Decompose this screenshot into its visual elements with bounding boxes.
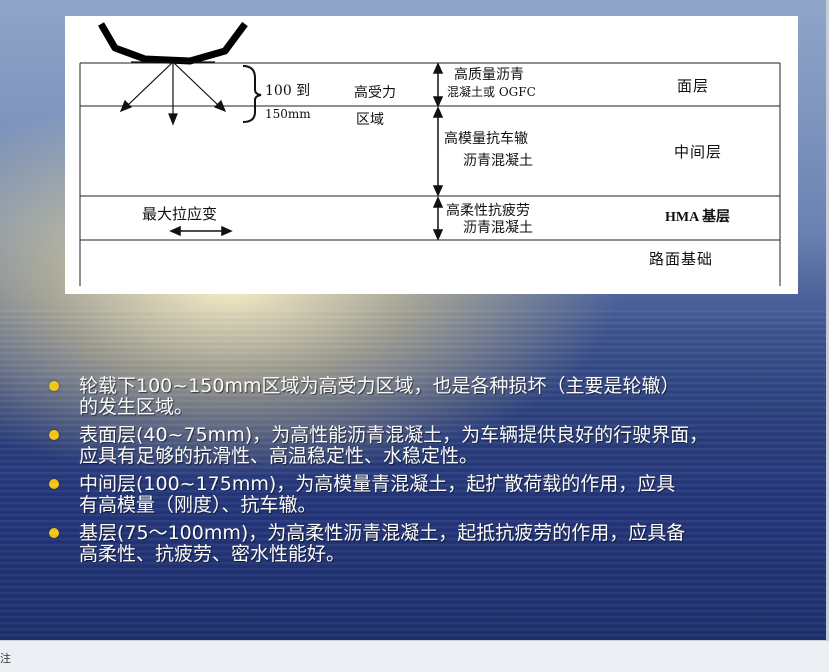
middle-layer-label: 中间层 [674,143,723,161]
bullet-text-line2: 高柔性、抗疲劳、密水性能好。 [79,543,346,565]
bullet-item: 表面层(40~75mm)，为高性能沥青混凝土，为车辆提供良好的行驶界面， 应具有… [44,425,814,467]
base-material-line1: 高柔性抗疲劳 [446,203,530,219]
bullet-dot-icon [49,430,59,440]
bullet-text-line1: 表面层(40~75mm)，为高性能沥青混凝土，为车辆提供良好的行驶界面， [79,424,709,446]
surface-material-line1: 高质量沥青 [454,67,524,83]
load-arrows-icon [119,61,227,126]
tire-icon [97,21,248,65]
bullet-text-line2: 有高模量（刚度）、抗车辙。 [79,494,317,516]
foundation-layer-label: 路面基础 [649,250,714,268]
notes-pane[interactable]: 注 [0,640,829,672]
bullet-item: 中间层(100~175mm)，为高模量青混凝土，起扩散荷载的作用，应具 有高模量… [44,474,814,516]
bullet-list: 轮载下100~150mm区域为高受力区域，也是各种损坏（主要是轮辙） 的发生区域… [44,376,814,572]
max-tensile-strain-label: 最大拉应变 [142,205,218,223]
brace-label-bottom: 150mm [265,107,311,121]
bullet-dot-icon [49,381,59,391]
bullet-text-line1: 轮载下100~150mm区域为高受力区域，也是各种损坏（主要是轮辙） [79,375,680,397]
surface-layer-label: 面层 [677,77,710,95]
slide: 100 到 150mm 高受力 区域 高质量沥青 混凝土或 OGFC 面层 高模… [0,0,829,640]
bullet-text-line2: 应具有足够的抗滑性、高温稳定性、水稳定性。 [79,445,479,467]
bullet-dot-icon [49,528,59,538]
zone-label-top: 高受力 [354,85,396,101]
strain-arrow-icon [169,225,233,237]
base-layer-label: HMA 基层 [665,210,730,225]
double-arrow-icons [432,62,444,241]
middle-material-line1: 高模量抗车辙 [444,131,528,147]
zone-label-bottom: 区域 [356,112,384,128]
brace-icon [242,65,262,123]
bullet-item: 轮载下100~150mm区域为高受力区域，也是各种损坏（主要是轮辙） 的发生区域… [44,376,814,418]
notes-label: 注 [0,652,11,665]
base-material-line2: 沥青混凝土 [463,220,533,236]
surface-material-line2: 混凝土或 OGFC [447,85,536,99]
middle-material-line2: 沥青混凝土 [463,153,533,169]
bullet-item: 基层(75～100mm)，为高柔性沥青混凝土，起抵抗疲劳的作用，应具备 高柔性、… [44,523,814,565]
bullet-dot-icon [49,479,59,489]
brace-label-top: 100 到 [265,83,311,99]
bullet-text-line2: 的发生区域。 [79,396,194,418]
bullet-text-line1: 基层(75～100mm)，为高柔性沥青混凝土，起抵抗疲劳的作用，应具备 [79,522,686,544]
bullet-text-line1: 中间层(100~175mm)，为高模量青混凝土，起扩散荷载的作用，应具 [79,473,676,495]
pavement-diagram: 100 到 150mm 高受力 区域 高质量沥青 混凝土或 OGFC 面层 高模… [65,16,798,294]
